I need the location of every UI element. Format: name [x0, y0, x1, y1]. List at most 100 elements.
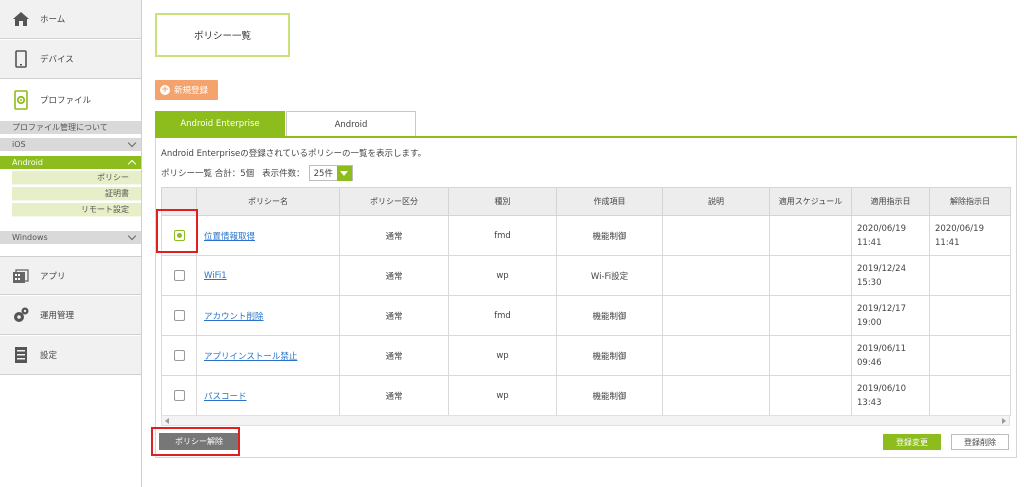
row-checkbox-cell — [161, 255, 197, 296]
sidebar-item-android[interactable]: Android — [0, 156, 141, 170]
sidebar-item-policy[interactable]: ポリシー — [12, 171, 141, 185]
home-icon — [10, 8, 32, 30]
sidebar-item-profile-about[interactable]: プロファイル管理について — [0, 121, 141, 135]
apply-time: 09:46 — [857, 357, 882, 368]
scroll-right-icon[interactable] — [1002, 418, 1006, 424]
row-checkbox[interactable] — [173, 310, 185, 321]
apply-date-cell: 2019/06/11 09:46 — [851, 335, 930, 376]
sidebar-item-label: 設定 — [40, 351, 58, 361]
sidebar-item-remote-settings[interactable]: リモート設定 — [12, 203, 141, 217]
category-cell: 通常 — [339, 215, 449, 256]
sidebar-item-device[interactable]: デバイス — [0, 40, 141, 79]
sidebar-item-settings[interactable]: 設定 — [0, 336, 141, 375]
sidebar-item-ios[interactable]: iOS — [0, 138, 141, 152]
dropdown-arrow-icon — [336, 165, 352, 181]
release-time: 11:41 — [935, 237, 960, 248]
schedule-cell — [769, 295, 852, 336]
release-date-cell — [929, 295, 1011, 336]
scroll-left-icon[interactable] — [165, 418, 169, 424]
description-cell — [662, 335, 770, 376]
sidebar-item-operation[interactable]: 運用管理 — [0, 296, 141, 335]
profile-gear-icon — [10, 89, 32, 111]
apply-date-cell: 2020/06/19 11:41 — [851, 215, 930, 256]
item-cell: 機能制御 — [556, 335, 663, 376]
row-checkbox[interactable] — [173, 390, 185, 401]
per-page-label: 表示件数： — [262, 169, 305, 179]
row-checkbox-cell — [161, 295, 197, 336]
category-cell: 通常 — [339, 335, 449, 376]
new-registration-button[interactable]: + 新規登録 — [155, 80, 218, 100]
tab-android-enterprise[interactable]: Android Enterprise — [155, 111, 285, 137]
sidebar-item-profile[interactable]: プロファイル — [0, 80, 141, 120]
type-cell: wp — [448, 255, 557, 296]
apply-time: 19:00 — [857, 317, 882, 328]
release-date-cell: 2020/06/19 11:41 — [929, 215, 1011, 256]
policy-count: ポリシー一覧 合計：5個 — [161, 169, 255, 179]
sidebar-item-label: Windows — [12, 233, 48, 242]
column-header-apply-date[interactable]: 適用指示日 — [851, 187, 930, 216]
release-date-cell — [929, 335, 1011, 376]
item-cell: Wi-Fi設定 — [556, 255, 663, 296]
sidebar-item-home[interactable]: ホーム — [0, 0, 141, 39]
sidebar-item-label: デバイス — [40, 55, 74, 65]
change-registration-button[interactable]: 登録変更 — [883, 434, 941, 450]
sidebar-item-label: プロファイル — [40, 96, 92, 106]
delete-registration-button[interactable]: 登録削除 — [951, 434, 1009, 450]
table-row: パスコード 通常 wp 機能制御 2019/06/10 13:43 — [161, 375, 1011, 416]
sidebar-item-certificate[interactable]: 証明書 — [12, 187, 141, 201]
policy-name-link[interactable]: アカウント削除 — [204, 312, 264, 322]
table-row: アプリインストール禁止 通常 wp 機能制御 2019/06/11 09:46 — [161, 335, 1011, 376]
release-date-cell — [929, 255, 1011, 296]
list-summary: ポリシー一覧 合計：5個 表示件数： 25件 — [161, 165, 353, 181]
column-header-type[interactable]: 種別 — [448, 187, 557, 216]
apply-date-cell: 2019/12/17 19:00 — [851, 295, 930, 336]
apply-time: 13:43 — [857, 397, 882, 408]
type-cell: wp — [448, 335, 557, 376]
schedule-cell — [769, 255, 852, 296]
policy-name-link[interactable]: 位置情報取得 — [204, 232, 255, 242]
column-header-schedule[interactable]: 適用スケジュール — [769, 187, 852, 216]
sidebar-item-label: プロファイル管理について — [12, 123, 108, 132]
column-header-release-date[interactable]: 解除指示日 — [929, 187, 1011, 216]
row-checkbox-cell — [161, 375, 197, 416]
schedule-cell — [769, 335, 852, 376]
description-cell — [662, 295, 770, 336]
policy-name-cell: パスコード — [196, 375, 340, 416]
row-checkbox[interactable] — [173, 350, 185, 361]
smartphone-icon — [10, 48, 32, 70]
row-checkbox[interactable] — [173, 270, 185, 281]
column-header-item[interactable]: 作成項目 — [556, 187, 663, 216]
description-cell — [662, 375, 770, 416]
column-header-policy-name[interactable]: ポリシー名 — [196, 187, 340, 216]
policy-name-link[interactable]: アプリインストール禁止 — [204, 352, 297, 362]
app-icon — [10, 265, 32, 287]
apply-time: 11:41 — [857, 237, 882, 248]
horizontal-scrollbar[interactable] — [161, 415, 1010, 426]
policy-name-cell: WiFi1 — [196, 255, 340, 296]
sidebar-item-label: Android — [12, 158, 43, 167]
policy-name-link[interactable]: パスコード — [204, 392, 247, 402]
item-cell: 機能制御 — [556, 215, 663, 256]
sidebar-item-windows[interactable]: Windows — [0, 231, 141, 245]
table-row: 位置情報取得 通常 fmd 機能制御 2020/06/19 11:41 2020/… — [161, 215, 1011, 256]
apply-date: 2019/06/10 — [857, 383, 906, 394]
table-header-row: ポリシー名 ポリシー区分 種別 作成項目 説明 適用スケジュール 適用指示日 解… — [161, 187, 1011, 216]
highlight-box-checkbox — [156, 209, 198, 253]
column-header-category[interactable]: ポリシー区分 — [339, 187, 449, 216]
apply-date-cell: 2019/06/10 13:43 — [851, 375, 930, 416]
per-page-select[interactable]: 25件 — [308, 165, 353, 181]
sidebar-item-label: アプリ — [40, 271, 66, 282]
sidebar-item-app[interactable]: アプリ — [0, 256, 141, 295]
apply-date: 2019/12/24 — [857, 263, 906, 274]
policy-name-cell: アプリインストール禁止 — [196, 335, 340, 376]
type-cell: wp — [448, 375, 557, 416]
policy-name-link[interactable]: WiFi1 — [204, 271, 227, 281]
apply-date: 2019/12/17 — [857, 303, 906, 314]
tab-android[interactable]: Android — [286, 111, 416, 137]
description-cell — [662, 215, 770, 256]
item-cell: 機能制御 — [556, 295, 663, 336]
apply-date: 2020/06/19 — [857, 223, 906, 234]
chevron-up-icon — [127, 159, 137, 169]
type-cell: fmd — [448, 215, 557, 256]
column-header-description[interactable]: 説明 — [662, 187, 770, 216]
